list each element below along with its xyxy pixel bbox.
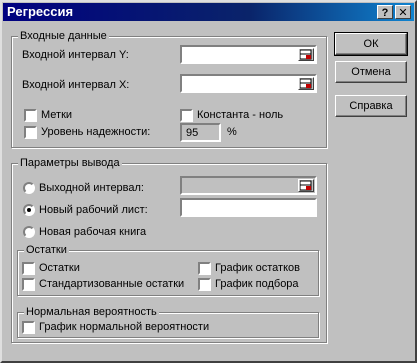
input-group-legend: Входные данные: [18, 30, 109, 42]
title-bar[interactable]: Регрессия ? ✕: [3, 3, 414, 21]
labels-checkbox[interactable]: [24, 109, 37, 122]
new-sheet-radio[interactable]: [23, 204, 35, 216]
close-icon: ✕: [398, 7, 408, 19]
input-y-collapse-button[interactable]: [298, 48, 314, 61]
close-button[interactable]: ✕: [395, 5, 411, 19]
residual-plot-checkbox[interactable]: [198, 262, 211, 275]
percent-sign: %: [227, 126, 237, 138]
constant-zero-checkbox[interactable]: [180, 109, 193, 122]
new-book-label: Новая рабочая книга: [39, 226, 147, 238]
input-x-collapse-button[interactable]: [298, 77, 314, 90]
input-x-label: Входной интервал X:: [22, 79, 130, 91]
residuals-checkbox[interactable]: [22, 262, 35, 275]
confidence-checkbox[interactable]: [24, 126, 37, 139]
fit-plot-checkbox[interactable]: [198, 278, 211, 291]
regression-dialog: Регрессия ? ✕ Входные данные Входной инт…: [0, 0, 417, 363]
normal-probability-legend: Нормальная вероятность: [24, 306, 159, 318]
range-select-icon: [300, 180, 312, 191]
new-book-radio[interactable]: [23, 226, 35, 238]
new-sheet-label: Новый рабочий лист:: [39, 204, 148, 216]
normal-plot-label: График нормальной вероятности: [39, 321, 210, 333]
normal-plot-checkbox[interactable]: [22, 321, 35, 334]
output-range-field[interactable]: [180, 176, 317, 195]
help-button[interactable]: Справка: [335, 95, 407, 117]
constant-zero-label: Константа - ноль: [197, 109, 284, 121]
range-select-icon: [300, 49, 312, 60]
cancel-button[interactable]: Отмена: [335, 61, 407, 83]
output-range-label: Выходной интервал:: [39, 182, 144, 194]
labels-checkbox-label: Метки: [41, 109, 73, 121]
residuals-checkbox-label: Остатки: [39, 262, 80, 274]
residuals-group-legend: Остатки: [24, 244, 69, 256]
question-icon: ?: [381, 7, 389, 19]
help-title-button[interactable]: ?: [377, 5, 393, 19]
confidence-label: Уровень надежности:: [41, 126, 151, 138]
range-select-icon: [300, 78, 312, 89]
input-x-field[interactable]: [180, 74, 317, 93]
new-sheet-name-field[interactable]: [180, 198, 317, 217]
confidence-level-field[interactable]: 95: [180, 123, 221, 142]
confidence-level-value: 95: [186, 127, 199, 139]
output-group-legend: Параметры вывода: [18, 157, 122, 169]
input-y-field[interactable]: [180, 45, 317, 64]
ok-button[interactable]: ОК: [334, 32, 408, 56]
std-residuals-checkbox[interactable]: [22, 278, 35, 291]
output-range-radio[interactable]: [23, 182, 35, 194]
residual-plot-label: График остатков: [215, 262, 300, 274]
input-y-label: Входной интервал Y:: [22, 49, 129, 61]
std-residuals-label: Стандартизованные остатки: [39, 278, 185, 290]
dialog-title: Регрессия: [7, 4, 74, 19]
output-range-collapse-button[interactable]: [298, 179, 314, 192]
fit-plot-label: График подбора: [215, 278, 299, 290]
